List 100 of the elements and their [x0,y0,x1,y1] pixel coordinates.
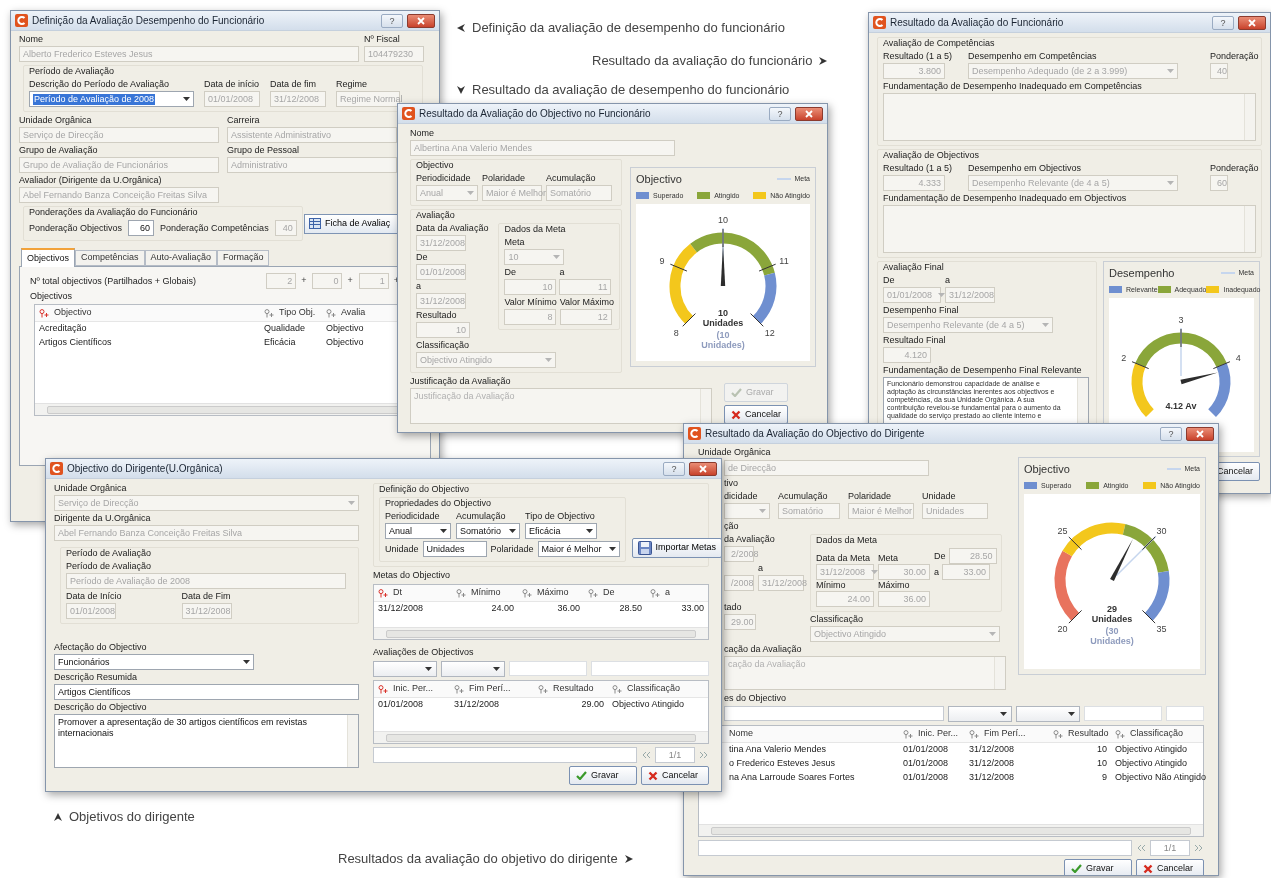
close-button[interactable] [795,106,823,121]
double-chevron-left-icon[interactable] [1136,844,1146,852]
caret-icon [243,660,250,664]
field-label: da Avaliação [724,534,776,545]
field-label: Periodicidade [416,173,472,184]
tick-mark [1180,328,1182,348]
double-chevron-left-icon[interactable] [641,751,651,759]
arrowhead-right-icon [818,55,829,66]
help-button[interactable]: ? [1212,15,1234,30]
field-label: Justificação da Avaliação [410,376,512,387]
page-field[interactable]: 1/1 [655,747,695,763]
tick-label: 9 [659,255,665,266]
text-field[interactable] [698,840,1132,856]
dropdown-field[interactable]: Maior é Melhor [537,541,620,557]
tick-label: 30 [1156,525,1167,536]
gauge-value: 10 [718,307,728,318]
column-header[interactable]: Inic. Per... [899,727,965,741]
caret-icon [871,570,879,574]
field-label: Avaliação [416,210,456,221]
sort-icon [456,588,466,598]
field-label: Grupo de Avaliação [19,145,99,156]
scrollbar[interactable] [699,824,1203,836]
legend-line-icon [1167,468,1182,471]
save-button[interactable]: Gravar [1064,859,1132,875]
sort-icon [538,684,548,694]
tab[interactable]: Formação [216,250,270,266]
text-field[interactable]: Unidades [422,541,487,557]
text-field[interactable]: Artigos Científicos [54,684,359,700]
close-button[interactable] [407,13,435,28]
close-button[interactable] [1186,426,1214,441]
table-cell-text: 29.00 [580,698,605,712]
field-label: Descrição Resumida [54,672,139,683]
column-header[interactable]: a [646,586,708,600]
column-header[interactable]: Máximo [518,586,584,600]
filter-field[interactable] [509,661,587,676]
field-label: Unidade Orgânica [698,447,772,458]
filter-dropdown[interactable] [441,661,505,677]
arrowhead-up-icon [53,811,63,822]
column-header[interactable]: Mínimo [452,586,518,600]
column-header[interactable]: Fim Perí... [450,682,534,696]
text-field[interactable]: 60 [128,220,155,236]
table-cell-text: Artigos Científicos [38,336,113,350]
help-button[interactable]: ? [769,106,791,121]
column-header[interactable]: Dt [374,586,452,600]
tab[interactable]: Auto-Avaliação [144,250,217,266]
field-label: Período de Avaliação [66,561,152,572]
report-button[interactable]: Ficha de Avaliaç [304,213,398,234]
column-header[interactable]: Inic. Per... [374,682,450,696]
column-header[interactable]: Nome [725,727,899,741]
help-button[interactable]: ? [381,13,403,28]
tick-mark [1131,361,1150,370]
field-label: Data da Meta [816,553,872,564]
scrollbar[interactable] [374,731,708,743]
close-button[interactable] [1238,15,1266,30]
filter-field[interactable] [724,706,944,721]
field-label: Regime [336,79,368,90]
sort-icon [454,684,464,694]
dropdown-field[interactable]: Somatório [456,523,520,539]
column-header[interactable]: Classificação [608,682,708,696]
column-header[interactable]: Resultado [1049,727,1111,741]
close-button[interactable] [689,461,717,476]
cancel-button[interactable]: Cancelar [1136,859,1204,875]
help-button[interactable]: ? [663,461,685,476]
tab[interactable]: Objectivos [21,248,76,267]
import-button[interactable]: Importar Metas [631,538,721,558]
page-field[interactable]: 1/1 [1150,840,1190,856]
help-button[interactable]: ? [1160,426,1182,441]
dropdown-field[interactable]: Funcionários [54,654,254,670]
tab[interactable]: Competências [75,250,145,266]
column-header[interactable]: Tipo Obj. [260,306,322,320]
field-label: Mínimo [816,580,847,591]
column-header[interactable]: Objectivo [35,306,260,320]
filter-dropdown[interactable] [1016,706,1080,722]
filter-dropdown[interactable] [948,706,1012,722]
column-header[interactable]: De [584,586,646,600]
filter-dropdown[interactable] [373,661,437,677]
dropdown-field[interactable]: Período de Avaliação de 2008 [29,91,194,107]
column-header[interactable]: Resultado [534,682,608,696]
cancel-button[interactable]: Cancelar [641,766,709,785]
filter-field[interactable] [591,661,709,676]
filter-field[interactable] [1166,706,1204,721]
caret-icon [608,547,616,551]
filter-field[interactable] [1084,706,1162,721]
table-cell-text: 01/01/2008 [377,698,425,712]
save-button[interactable]: Gravar [569,766,637,785]
text-area[interactable]: Promover a apresentação de 30 artigos científicos em revistas internacionais [54,714,359,768]
field-label: Valor Máximo [559,297,615,308]
app-icon [50,462,63,475]
field-label: a [934,566,939,578]
tick-mark [1068,536,1083,551]
dropdown-field[interactable]: Eficácia [525,523,597,539]
field-label: Avaliador (Dirigente da U.Orgânica) [19,175,163,186]
column-header[interactable]: Fim Perí... [965,727,1049,741]
scrollbar[interactable] [374,627,708,639]
text-field[interactable] [373,747,637,763]
scrollbar[interactable] [347,715,358,767]
double-chevron-right-icon[interactable] [1194,844,1204,852]
double-chevron-right-icon[interactable] [699,751,709,759]
dropdown-field[interactable]: Anual [385,523,451,539]
column-header[interactable]: Classificação [1111,727,1203,741]
